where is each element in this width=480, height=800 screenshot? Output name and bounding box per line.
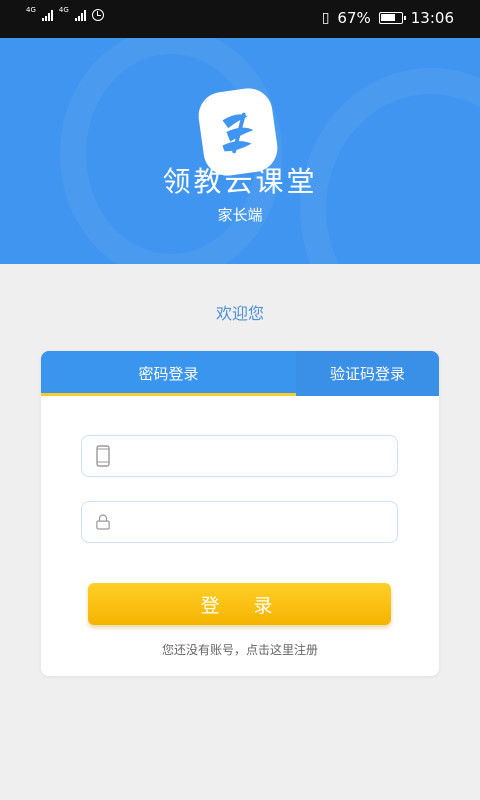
phone-icon xyxy=(96,445,110,467)
status-time: 13:06 xyxy=(410,9,454,27)
lock-icon xyxy=(96,513,110,531)
signal-icon xyxy=(74,9,86,21)
phone-input[interactable] xyxy=(124,436,397,476)
register-link[interactable]: 您还没有账号，点击这里注册 xyxy=(41,641,439,658)
welcome-text: 欢迎您 xyxy=(215,304,264,323)
header-banner: 领教云课堂 家长端 xyxy=(0,38,480,264)
login-button[interactable]: 登 录 xyxy=(88,583,391,625)
login-card: 密码登录 验证码登录 登 录 您还没有账号，点击这里注册 xyxy=(41,351,439,676)
app-name: 领教云课堂 xyxy=(162,165,318,198)
phone-field[interactable] xyxy=(81,435,398,477)
tab-code-login[interactable]: 验证码登录 xyxy=(296,351,439,396)
network-type-label: 4G xyxy=(26,5,36,14)
login-tabs: 密码登录 验证码登录 xyxy=(41,351,439,396)
logo-icon xyxy=(222,112,254,154)
password-input[interactable] xyxy=(124,502,397,542)
vibrate-icon: ▯ xyxy=(321,10,330,26)
status-left: 4G 4G xyxy=(26,5,104,21)
signal-icon xyxy=(41,9,53,21)
alarm-clock-icon xyxy=(91,9,104,21)
battery-icon xyxy=(378,12,406,24)
password-field[interactable] xyxy=(81,501,398,543)
tab-password-login[interactable]: 密码登录 xyxy=(41,351,296,396)
status-right: ▯ 67% 13:06 xyxy=(322,9,454,27)
network-type-label: 4G xyxy=(58,5,69,14)
battery-percent: 67% xyxy=(337,9,371,27)
status-bar: 4G 4G ▯ 67% 13:06 xyxy=(0,0,480,38)
app-subtitle: 家长端 xyxy=(217,206,263,224)
